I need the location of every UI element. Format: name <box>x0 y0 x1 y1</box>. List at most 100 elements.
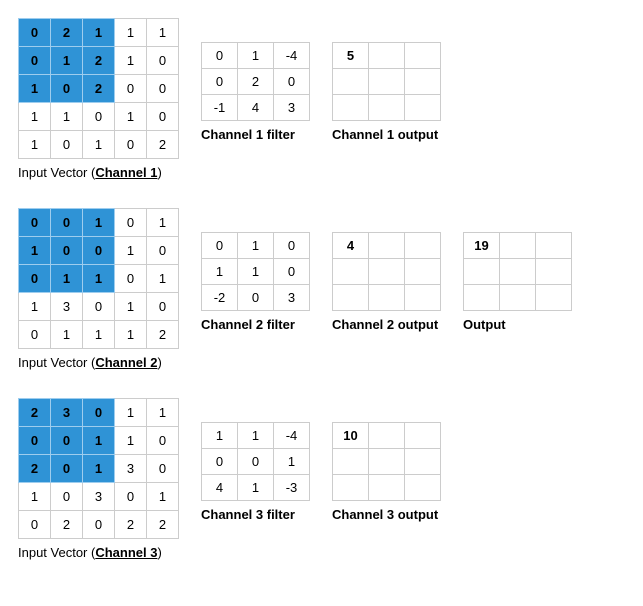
cell: 1 <box>147 265 179 293</box>
cell: 19 <box>464 233 500 259</box>
cell: 0 <box>274 233 310 259</box>
cell: 1 <box>274 449 310 475</box>
combined-output-caption: Output <box>463 317 572 332</box>
cell: 1 <box>238 423 274 449</box>
cell <box>405 95 441 121</box>
cell <box>333 449 369 475</box>
cell: 3 <box>83 483 115 511</box>
filter-grid-1: 01-4 020 -143 <box>201 42 310 121</box>
cell <box>369 423 405 449</box>
cell: 2 <box>51 511 83 539</box>
cell: 1 <box>51 47 83 75</box>
cell: -4 <box>274 43 310 69</box>
cell: 0 <box>115 131 147 159</box>
cell: 0 <box>147 427 179 455</box>
caption-prefix: Input Vector ( <box>18 355 95 370</box>
caption-channel: Channel 1 <box>95 165 157 180</box>
cell: 0 <box>147 237 179 265</box>
cell: 1 <box>115 321 147 349</box>
cell: 1 <box>51 321 83 349</box>
cell: 1 <box>202 423 238 449</box>
channel-3-row: 23011 00110 20130 10301 02022 Input Vect… <box>18 398 625 560</box>
cell: 1 <box>19 103 51 131</box>
cell <box>369 259 405 285</box>
cell: 3 <box>51 293 83 321</box>
channel-2-row: 00101 10010 01101 13010 01112 Input Vect… <box>18 208 625 370</box>
cell: 0 <box>19 19 51 47</box>
cell <box>369 43 405 69</box>
filter-grid-3: 11-4 001 41-3 <box>201 422 310 501</box>
cell: 2 <box>83 47 115 75</box>
cell: 4 <box>238 95 274 121</box>
combined-output-grid: 19 <box>463 232 572 311</box>
cell: 1 <box>115 47 147 75</box>
cell: 4 <box>333 233 369 259</box>
cell: 1 <box>238 259 274 285</box>
cell: 2 <box>147 321 179 349</box>
filter-2: 010 110 -203 Channel 2 filter <box>201 232 310 332</box>
cell: 0 <box>274 259 310 285</box>
cell: 0 <box>51 131 83 159</box>
cell: -2 <box>202 285 238 311</box>
output-grid-3: 10 <box>332 422 441 501</box>
cell <box>405 475 441 501</box>
cell: 0 <box>147 75 179 103</box>
cell: 0 <box>238 285 274 311</box>
filter-grid-2: 010 110 -203 <box>201 232 310 311</box>
cell: 0 <box>83 103 115 131</box>
cell: 0 <box>51 209 83 237</box>
cell: 1 <box>115 103 147 131</box>
cell <box>333 475 369 501</box>
cell <box>369 95 405 121</box>
filter-caption-1: Channel 1 filter <box>201 127 310 142</box>
cell: 1 <box>238 475 274 501</box>
cell: 0 <box>19 321 51 349</box>
cell <box>333 285 369 311</box>
cell: 1 <box>83 209 115 237</box>
cell: 0 <box>51 75 83 103</box>
cell: 0 <box>19 511 51 539</box>
cell: 2 <box>238 69 274 95</box>
cell <box>405 69 441 95</box>
input-vector-2: 00101 10010 01101 13010 01112 Input Vect… <box>18 208 179 370</box>
cell: 2 <box>147 131 179 159</box>
cell: 1 <box>115 427 147 455</box>
filter-caption-2: Channel 2 filter <box>201 317 310 332</box>
cell <box>500 259 536 285</box>
cell: 1 <box>19 75 51 103</box>
cell: 0 <box>115 483 147 511</box>
input-vector-1: 02111 01210 10200 11010 10102 Input Vect… <box>18 18 179 180</box>
cell: 2 <box>83 75 115 103</box>
cell: 10 <box>333 423 369 449</box>
cell <box>500 233 536 259</box>
cell: 1 <box>115 293 147 321</box>
input-caption-2: Input Vector (Channel 2) <box>18 355 179 370</box>
cell <box>333 259 369 285</box>
cell: 1 <box>83 131 115 159</box>
cell: 0 <box>147 455 179 483</box>
output-1: 5 Channel 1 output <box>332 42 441 142</box>
cell: 3 <box>274 95 310 121</box>
cell: 0 <box>51 427 83 455</box>
output-3: 10 Channel 3 output <box>332 422 441 522</box>
channel-1-row: 02111 01210 10200 11010 10102 Input Vect… <box>18 18 625 180</box>
cell: 1 <box>19 293 51 321</box>
output-caption-3: Channel 3 output <box>332 507 441 522</box>
cell: 1 <box>202 259 238 285</box>
cell <box>464 259 500 285</box>
input-caption-1: Input Vector (Channel 1) <box>18 165 179 180</box>
output-grid-1: 5 <box>332 42 441 121</box>
cell: 0 <box>147 47 179 75</box>
cell: 0 <box>202 233 238 259</box>
cell <box>405 423 441 449</box>
cell: 0 <box>51 455 83 483</box>
cell: 2 <box>115 511 147 539</box>
cell: -1 <box>202 95 238 121</box>
caption-prefix: Input Vector ( <box>18 545 95 560</box>
cell <box>369 475 405 501</box>
cell <box>536 259 572 285</box>
cell: 1 <box>83 321 115 349</box>
cell: 0 <box>19 209 51 237</box>
cell <box>405 449 441 475</box>
input-grid-2: 00101 10010 01101 13010 01112 <box>18 208 179 349</box>
